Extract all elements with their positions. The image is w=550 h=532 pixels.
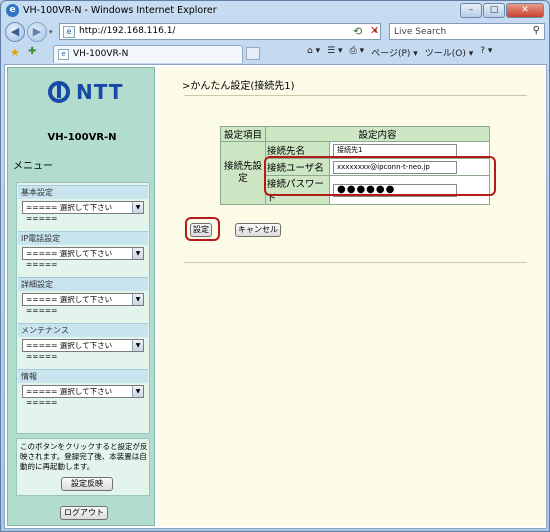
- apply-settings-button[interactable]: 設定反映: [61, 477, 113, 491]
- connection-name-field[interactable]: 接続先1: [333, 143, 457, 157]
- search-input[interactable]: Live Search ⚲: [389, 23, 545, 40]
- menu-section-ip-phone: IP電話設定 ===== 選択して下さい ===== ▼: [18, 231, 148, 269]
- highlight-box: [264, 156, 496, 196]
- chevron-down-icon: ▼: [132, 340, 143, 351]
- tools-menu[interactable]: ツール(O) ▾: [425, 46, 474, 59]
- page-title: >かんたん設定(接続先1): [182, 81, 295, 92]
- apply-panel: このボタンをクリックすると設定が反映されます。登録完了後、本装置は自動的に再起動…: [16, 438, 150, 496]
- feeds-button[interactable]: ☰ ▾: [327, 46, 342, 59]
- basic-settings-select[interactable]: ===== 選択して下さい ===== ▼: [22, 201, 144, 223]
- menu-section-advanced: 詳細設定 ===== 選択して下さい ===== ▼: [18, 277, 148, 315]
- brand-name: NTT: [76, 80, 124, 104]
- menu-heading: 情報: [18, 369, 148, 383]
- chevron-down-icon: ▼: [132, 202, 143, 213]
- favorites-star-icon[interactable]: ★: [10, 46, 20, 59]
- menu-section-maintenance: メンテナンス ===== 選択して下さい ===== ▼: [18, 323, 148, 361]
- address-row: ◀ ▶ ▾ e http://192.168.116.1/ ▾ ⟲ ✕ Live…: [1, 21, 549, 43]
- menu-heading: IP電話設定: [18, 231, 148, 245]
- close-button[interactable]: ✕: [506, 3, 544, 18]
- forward-arrow-icon[interactable]: ▶: [27, 22, 47, 42]
- main-panel: >かんたん設定(接続先1) 設定項目 設定内容 接続先設定 接続先名 接続先1 …: [157, 67, 545, 526]
- group-label: 接続先設定: [220, 141, 266, 205]
- divider: [184, 95, 527, 96]
- tab-row: ★ ✚ e VH-100VR-N ⌂ ▾ ☰ ▾ ⎙ ▾ ページ(P) ▾ ツー…: [1, 43, 549, 63]
- window-title: VH-100VR-N - Windows Internet Explorer: [23, 5, 217, 16]
- minimize-button[interactable]: –: [460, 3, 482, 18]
- ntt-logo-mark-icon: [48, 81, 70, 103]
- menu-section-info: 情報 ===== 選択して下さい ===== ▼: [18, 369, 148, 407]
- title-bar: e VH-100VR-N - Windows Internet Explorer…: [1, 1, 549, 21]
- refresh-icon[interactable]: ⟲: [353, 25, 362, 38]
- menu-title: メニュー: [13, 161, 53, 172]
- command-bar: ⌂ ▾ ☰ ▾ ⎙ ▾ ページ(P) ▾ ツール(O) ▾ ? ▾: [307, 46, 492, 59]
- chevron-down-icon: ▼: [132, 294, 143, 305]
- menu-heading: 基本設定: [18, 185, 148, 199]
- ie-icon: e: [6, 4, 19, 17]
- maintenance-select[interactable]: ===== 選択して下さい ===== ▼: [22, 339, 144, 361]
- tab-current[interactable]: e VH-100VR-N: [53, 45, 243, 63]
- new-tab-button[interactable]: [246, 47, 260, 60]
- advanced-settings-select[interactable]: ===== 選択して下さい ===== ▼: [22, 293, 144, 315]
- help-menu[interactable]: ? ▾: [480, 46, 492, 59]
- info-select[interactable]: ===== 選択して下さい ===== ▼: [22, 385, 144, 407]
- add-favorite-icon[interactable]: ✚: [28, 46, 36, 57]
- apply-description: このボタンをクリックすると設定が反映されます。登録完了後、本装置は自動的に再起動…: [20, 442, 148, 471]
- sidebar: NTT VH-100VR-N メニュー 基本設定 ===== 選択して下さい =…: [7, 67, 155, 526]
- page-content: NTT VH-100VR-N メニュー 基本設定 ===== 選択して下さい =…: [4, 64, 547, 529]
- history-dropdown-icon[interactable]: ▾: [49, 28, 53, 36]
- page-icon: e: [63, 26, 75, 38]
- print-button[interactable]: ⎙ ▾: [350, 46, 365, 59]
- window-controls: – □ ✕: [460, 3, 544, 18]
- url-text: http://192.168.116.1/: [79, 26, 176, 36]
- menu-heading: メンテナンス: [18, 323, 148, 337]
- logout-button[interactable]: ログアウト: [60, 506, 108, 520]
- menu-section-basic: 基本設定 ===== 選択して下さい ===== ▼: [18, 185, 148, 223]
- chevron-down-icon: ▼: [132, 248, 143, 259]
- table-header-content: 設定内容: [265, 126, 490, 142]
- maximize-button[interactable]: □: [483, 3, 505, 18]
- tab-label: VH-100VR-N: [73, 49, 129, 59]
- table-header-item: 設定項目: [220, 126, 266, 142]
- cancel-button[interactable]: キャンセル: [235, 223, 281, 237]
- set-button[interactable]: 設定: [190, 223, 212, 237]
- browser-window: e VH-100VR-N - Windows Internet Explorer…: [0, 0, 550, 532]
- chevron-down-icon: ▼: [132, 386, 143, 397]
- menu-heading: 詳細設定: [18, 277, 148, 291]
- tab-page-icon: e: [58, 49, 69, 60]
- stop-icon[interactable]: ✕: [370, 24, 379, 37]
- model-name: VH-100VR-N: [47, 132, 117, 143]
- search-placeholder: Live Search: [394, 27, 447, 37]
- divider: [184, 262, 527, 263]
- home-button[interactable]: ⌂ ▾: [307, 46, 320, 59]
- menu-panel: 基本設定 ===== 選択して下さい ===== ▼ IP電話設定 ===== 選…: [16, 182, 150, 434]
- ip-phone-settings-select[interactable]: ===== 選択して下さい ===== ▼: [22, 247, 144, 269]
- page-menu[interactable]: ページ(P) ▾: [371, 46, 418, 59]
- address-input[interactable]: e http://192.168.116.1/ ▾: [59, 23, 381, 40]
- ntt-logo: NTT: [48, 80, 123, 104]
- back-arrow-icon[interactable]: ◀: [5, 22, 25, 42]
- search-icon[interactable]: ⚲: [533, 25, 540, 36]
